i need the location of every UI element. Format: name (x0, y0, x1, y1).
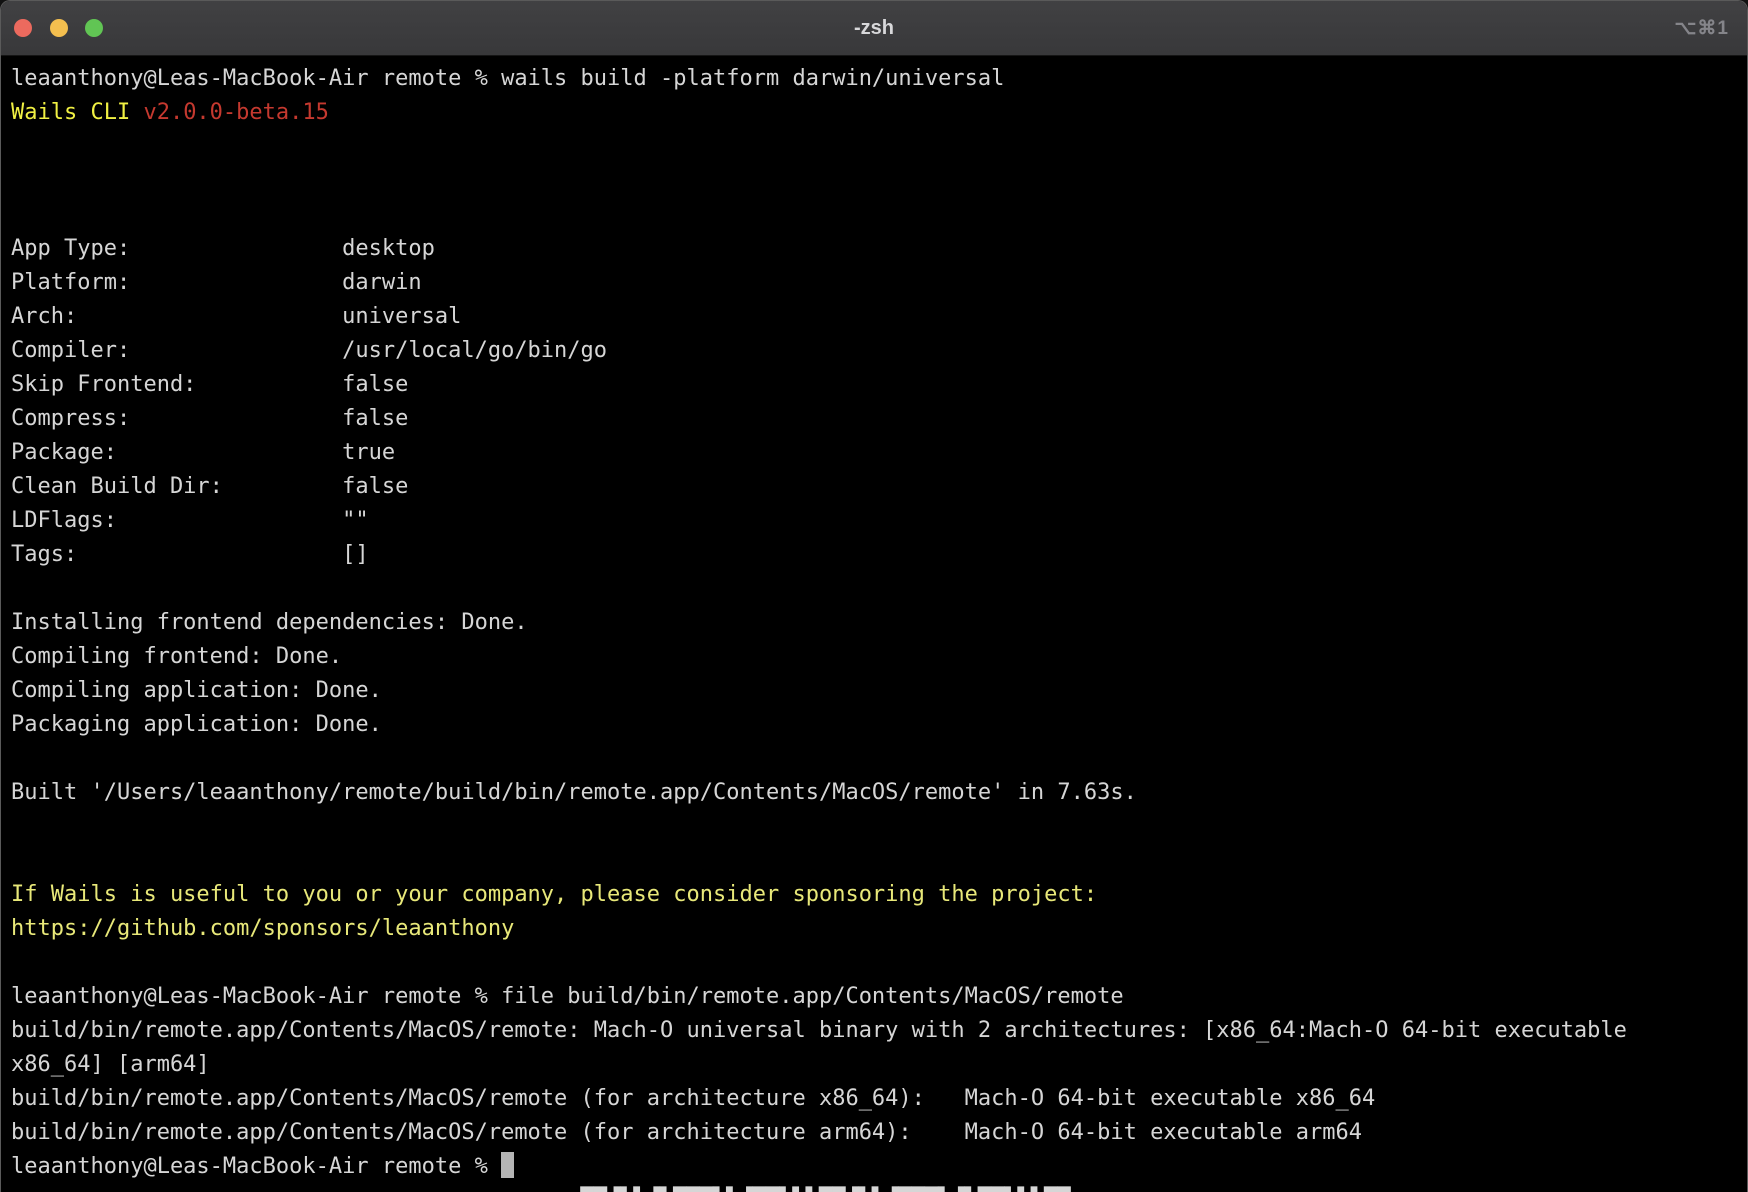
terminal-line: x86_64] [arm64] (11, 1048, 1747, 1082)
text-segment: build/bin/remote.app/Contents/MacOS/remo… (11, 1120, 1362, 1145)
terminal-line: Compiler: /usr/local/go/bin/go (11, 334, 1747, 368)
terminal-line (11, 164, 1747, 198)
terminal-line (11, 572, 1747, 606)
text-segment: Installing frontend dependencies: Done. (11, 610, 528, 635)
terminal-line: build/bin/remote.app/Contents/MacOS/remo… (11, 1116, 1747, 1150)
terminal-line: build/bin/remote.app/Contents/MacOS/remo… (11, 1082, 1747, 1116)
terminal-line: Installing frontend dependencies: Done. (11, 606, 1747, 640)
terminal-line: Built '/Users/leaanthony/remote/build/bi… (11, 776, 1747, 810)
text-segment: x86_64] [arm64] (11, 1052, 210, 1077)
text-segment: Compiling application: Done. (11, 678, 382, 703)
close-button[interactable] (14, 19, 32, 37)
terminal-line: Packaging application: Done. (11, 708, 1747, 742)
terminal-line: LDFlags: "" (11, 504, 1747, 538)
text-segment: Package: true (11, 440, 395, 465)
terminal-line: https://github.com/sponsors/leaanthony (11, 912, 1747, 946)
tab-shortcut-label: ⌥⌘1 (1675, 1, 1729, 55)
terminal-line: Tags: [] (11, 538, 1747, 572)
terminal-cursor (501, 1152, 514, 1178)
zoom-button[interactable] (85, 19, 103, 37)
text-segment: Tags: [] (11, 542, 369, 567)
text-segment: LDFlags: "" (11, 508, 369, 533)
terminal-line: build/bin/remote.app/Contents/MacOS/remo… (11, 1014, 1747, 1048)
terminal-line: If Wails is useful to you or your compan… (11, 878, 1747, 912)
terminal-line (11, 742, 1747, 776)
terminal-line: Compress: false (11, 402, 1747, 436)
terminal-line (11, 946, 1747, 980)
minimize-button[interactable] (50, 19, 68, 37)
text-segment: Arch: universal (11, 304, 461, 329)
text-segment: build/bin/remote.app/Contents/MacOS/remo… (11, 1018, 1640, 1043)
terminal-line: Platform: darwin (11, 266, 1747, 300)
terminal-line: Skip Frontend: false (11, 368, 1747, 402)
text-segment: Compiling frontend: Done. (11, 644, 342, 669)
terminal-line (11, 844, 1747, 878)
text-segment: build/bin/remote.app/Contents/MacOS/remo… (11, 1086, 1375, 1111)
terminal-line: Package: true (11, 436, 1747, 470)
terminal-line: Wails CLI v2.0.0-beta.15 (11, 96, 1747, 130)
terminal-line: leaanthony@Leas-MacBook-Air remote % (11, 1150, 1747, 1184)
text-segment: Compress: false (11, 406, 408, 431)
text-segment: If Wails is useful to you or your compan… (11, 882, 1097, 907)
terminal-line (11, 198, 1747, 232)
terminal-line: leaanthony@Leas-MacBook-Air remote % fil… (11, 980, 1747, 1014)
text-segment: Skip Frontend: false (11, 372, 408, 397)
text-segment: Wails CLI (11, 100, 143, 125)
text-segment: v2.0.0-beta.15 (143, 100, 328, 125)
text-segment: Compiler: /usr/local/go/bin/go (11, 338, 607, 363)
window-title: -zsh (1, 1, 1747, 55)
text-segment: leaanthony@Leas-MacBook-Air remote % fil… (11, 984, 1124, 1009)
text-segment: Built '/Users/leaanthony/remote/build/bi… (11, 780, 1137, 805)
text-segment: Packaging application: Done. (11, 712, 382, 737)
terminal-window: -zsh ⌥⌘1 leaanthony@Leas-MacBook-Air rem… (0, 0, 1748, 1192)
terminal-line: Compiling frontend: Done. (11, 640, 1747, 674)
titlebar[interactable]: -zsh ⌥⌘1 (1, 1, 1747, 56)
terminal-line: Compiling application: Done. (11, 674, 1747, 708)
terminal-line: App Type: desktop (11, 232, 1747, 266)
text-segment: ▛▜▞▙▌▐▚▛▜▀▙▌▞▛▜▙▘▌▛▜▞▙▌▐▛▜▀▙▞▌▛▜▙▘▌▛▜ (11, 1188, 1071, 1192)
text-segment: App Type: desktop (11, 236, 435, 261)
terminal-line: Clean Build Dir: false (11, 470, 1747, 504)
text-segment: leaanthony@Leas-MacBook-Air remote % (11, 1154, 501, 1179)
terminal-line: leaanthony@Leas-MacBook-Air remote % wai… (11, 62, 1747, 96)
terminal-output[interactable]: leaanthony@Leas-MacBook-Air remote % wai… (1, 56, 1747, 1192)
terminal-line: Arch: universal (11, 300, 1747, 334)
terminal-line (11, 130, 1747, 164)
traffic-lights (14, 1, 103, 55)
text-segment: https://github.com/sponsors/leaanthony (11, 916, 514, 941)
terminal-line (11, 810, 1747, 844)
text-segment: Clean Build Dir: false (11, 474, 408, 499)
text-segment: leaanthony@Leas-MacBook-Air remote % wai… (11, 66, 1004, 91)
terminal-line: ▛▜▞▙▌▐▚▛▜▀▙▌▞▛▜▙▘▌▛▜▞▙▌▐▛▜▀▙▞▌▛▜▙▘▌▛▜ (11, 1184, 1747, 1192)
text-segment: Platform: darwin (11, 270, 422, 295)
